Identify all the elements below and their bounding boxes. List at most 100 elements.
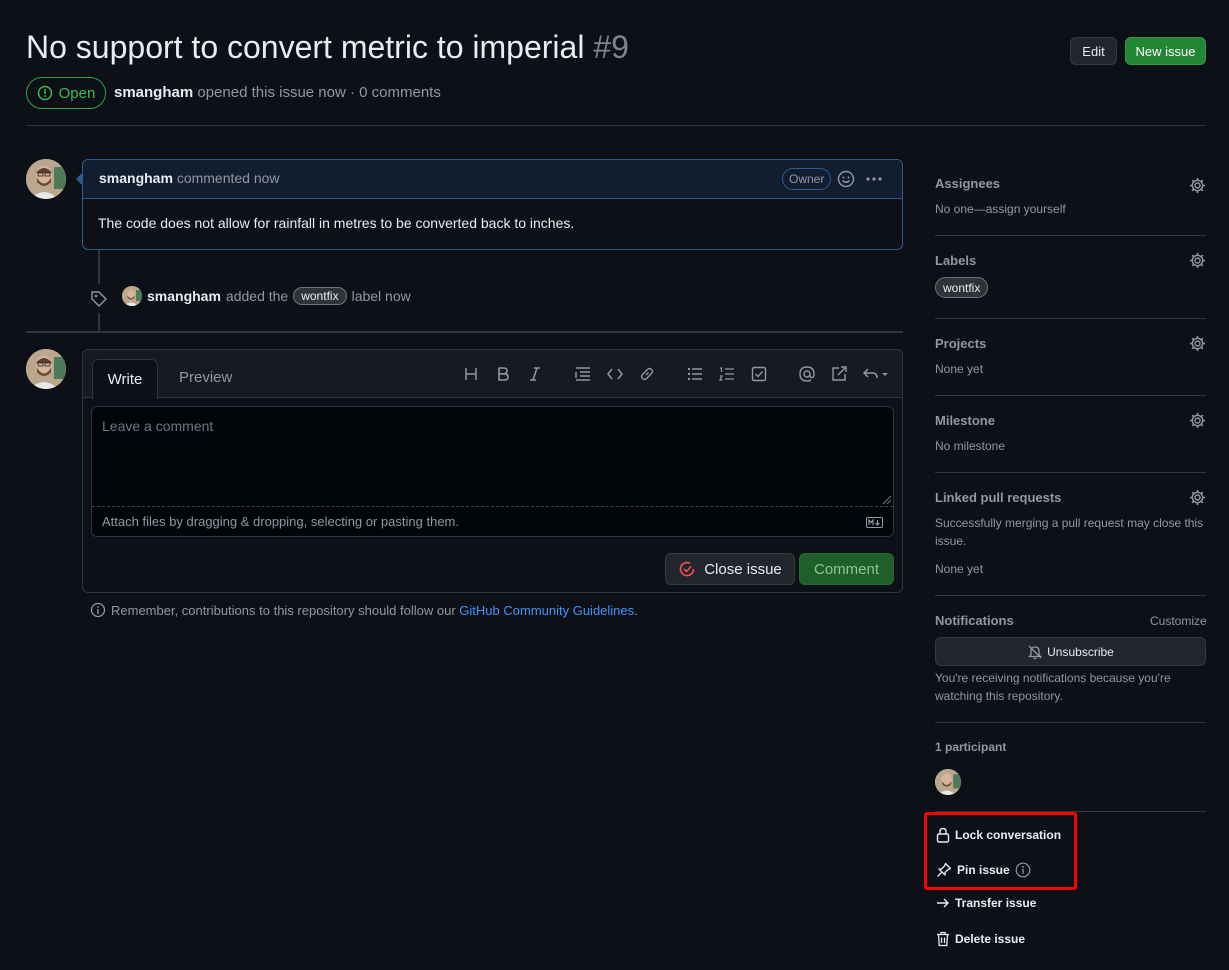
comment-card: smangham commented now Owner The code do… bbox=[82, 159, 903, 250]
tab-write[interactable]: Write bbox=[92, 359, 158, 399]
milestone-value: No milestone bbox=[935, 439, 1006, 453]
notifications-reason: You're receiving notifications because y… bbox=[935, 671, 1171, 703]
event-text-pre: added the bbox=[225, 288, 289, 304]
bell-slash-icon bbox=[1028, 645, 1043, 659]
close-issue-button[interactable]: Close issue bbox=[665, 553, 795, 585]
label-wontfix[interactable]: wontfix bbox=[293, 287, 347, 305]
labels-title[interactable]: Labels bbox=[935, 253, 976, 268]
edit-button[interactable]: Edit bbox=[1070, 37, 1117, 65]
comment-timestamp[interactable]: commented now bbox=[177, 170, 280, 186]
markdown-icon[interactable] bbox=[866, 517, 883, 528]
unsubscribe-label: Unsubscribe bbox=[1047, 644, 1114, 659]
assignees-title[interactable]: Assignees bbox=[935, 176, 1000, 191]
gear-icon[interactable] bbox=[1189, 489, 1206, 506]
gear-icon[interactable] bbox=[1189, 177, 1206, 194]
new-issue-button[interactable]: New issue bbox=[1125, 37, 1206, 65]
header-divider bbox=[26, 125, 1206, 126]
timeline-divider bbox=[26, 331, 903, 333]
comment-body: The code does not allow for rainfall in … bbox=[98, 215, 575, 231]
saved-replies-icon[interactable] bbox=[861, 364, 891, 384]
status-label: Open bbox=[58, 84, 96, 102]
sidebar-divider bbox=[935, 472, 1206, 473]
comment-textarea[interactable]: Leave a comment Attach files by dragging… bbox=[91, 406, 894, 537]
avatar[interactable] bbox=[26, 349, 66, 389]
code-icon[interactable] bbox=[605, 364, 625, 384]
italic-icon[interactable] bbox=[525, 364, 545, 384]
close-issue-label: Close issue bbox=[704, 560, 782, 578]
timeline-line bbox=[98, 250, 100, 284]
sidebar-divider bbox=[935, 722, 1206, 723]
unsubscribe-button[interactable]: Unsubscribe bbox=[935, 637, 1206, 666]
assignees-value[interactable]: No one—assign yourself bbox=[935, 200, 1066, 218]
comment-author-line: smangham commented now bbox=[99, 170, 280, 186]
quote-icon[interactable] bbox=[573, 364, 593, 384]
delete-issue-action[interactable]: Delete issue bbox=[936, 931, 1025, 947]
sidebar-divider bbox=[935, 318, 1206, 319]
avatar[interactable] bbox=[122, 286, 142, 306]
issue-meta-text: opened this issue now · 0 comments bbox=[197, 84, 441, 101]
transfer-issue-action[interactable]: Transfer issue bbox=[936, 896, 1036, 910]
gear-icon[interactable] bbox=[1189, 412, 1206, 429]
status-badge: Open bbox=[26, 77, 106, 109]
issue-title-text: No support to convert metric to imperial bbox=[26, 29, 585, 65]
linked-prs-value: None yet bbox=[935, 562, 984, 576]
tab-preview[interactable]: Preview bbox=[179, 369, 232, 386]
guidelines-text: Remember, contributions to this reposito… bbox=[111, 602, 456, 618]
sidebar-label-wontfix[interactable]: wontfix bbox=[935, 277, 989, 298]
arrow-right-icon bbox=[937, 898, 949, 908]
issue-closed-icon bbox=[679, 561, 695, 577]
label-event: smangham added the wontfix label now bbox=[147, 287, 411, 305]
bullet-list-icon[interactable] bbox=[685, 364, 705, 384]
milestone-title[interactable]: Milestone bbox=[935, 413, 995, 428]
heading-icon[interactable] bbox=[461, 364, 481, 384]
guidelines-suffix: . bbox=[634, 602, 638, 618]
issue-opened-icon bbox=[37, 85, 52, 101]
cross-reference-icon[interactable] bbox=[829, 364, 849, 384]
timeline-line bbox=[98, 313, 100, 331]
avatar-image bbox=[26, 159, 66, 199]
sidebar-divider bbox=[935, 595, 1206, 596]
owner-badge: Owner bbox=[782, 168, 832, 190]
link-icon[interactable] bbox=[637, 364, 657, 384]
linked-prs-hint: Successfully merging a pull request may … bbox=[935, 516, 1204, 548]
event-text-post[interactable]: label now bbox=[352, 288, 411, 304]
transfer-issue-label: Transfer issue bbox=[955, 896, 1037, 910]
delete-issue-label: Delete issue bbox=[955, 932, 1026, 946]
author-link[interactable]: smangham bbox=[114, 84, 193, 101]
bold-icon[interactable] bbox=[493, 364, 513, 384]
avatar[interactable] bbox=[26, 159, 66, 199]
sidebar-divider bbox=[935, 235, 1206, 236]
task-list-icon[interactable] bbox=[749, 364, 769, 384]
participants-title: 1 participant bbox=[935, 740, 1007, 754]
highlight-box bbox=[924, 812, 1077, 890]
comment-placeholder: Leave a comment bbox=[102, 418, 214, 434]
notifications-title: Notifications bbox=[935, 613, 1014, 628]
comment-button[interactable]: Comment bbox=[799, 553, 894, 585]
event-actor-link[interactable]: smangham bbox=[147, 288, 221, 304]
projects-value: None yet bbox=[935, 362, 984, 376]
emoji-reaction-icon[interactable] bbox=[837, 170, 855, 188]
numbered-list-icon[interactable] bbox=[717, 364, 737, 384]
resize-handle-icon[interactable] bbox=[882, 495, 892, 505]
mention-icon[interactable] bbox=[797, 364, 817, 384]
projects-title[interactable]: Projects bbox=[935, 336, 986, 351]
issue-title: No support to convert metric to imperial… bbox=[26, 28, 629, 66]
trash-icon bbox=[937, 931, 949, 947]
editor-toolbar: Write Preview bbox=[83, 350, 902, 399]
gear-icon[interactable] bbox=[1189, 252, 1206, 269]
tag-icon bbox=[89, 289, 109, 309]
issue-number: #9 bbox=[593, 29, 629, 65]
comment-author-link[interactable]: smangham bbox=[99, 170, 173, 186]
participant-avatar[interactable] bbox=[935, 769, 961, 795]
attach-files-hint[interactable]: Attach files by dragging & dropping, sel… bbox=[102, 514, 459, 529]
guidelines-notice: Remember, contributions to this reposito… bbox=[90, 602, 638, 618]
comment-header: smangham commented now Owner bbox=[83, 160, 902, 199]
community-guidelines-link[interactable]: GitHub Community Guidelines bbox=[459, 603, 634, 618]
customize-link[interactable]: Customize bbox=[1150, 612, 1207, 630]
gear-icon[interactable] bbox=[1189, 335, 1206, 352]
kebab-menu-icon[interactable] bbox=[865, 171, 883, 187]
attach-divider bbox=[92, 506, 893, 507]
linked-prs-title[interactable]: Linked pull requests bbox=[935, 490, 1061, 505]
info-icon bbox=[90, 602, 106, 618]
sidebar-divider bbox=[935, 395, 1206, 396]
